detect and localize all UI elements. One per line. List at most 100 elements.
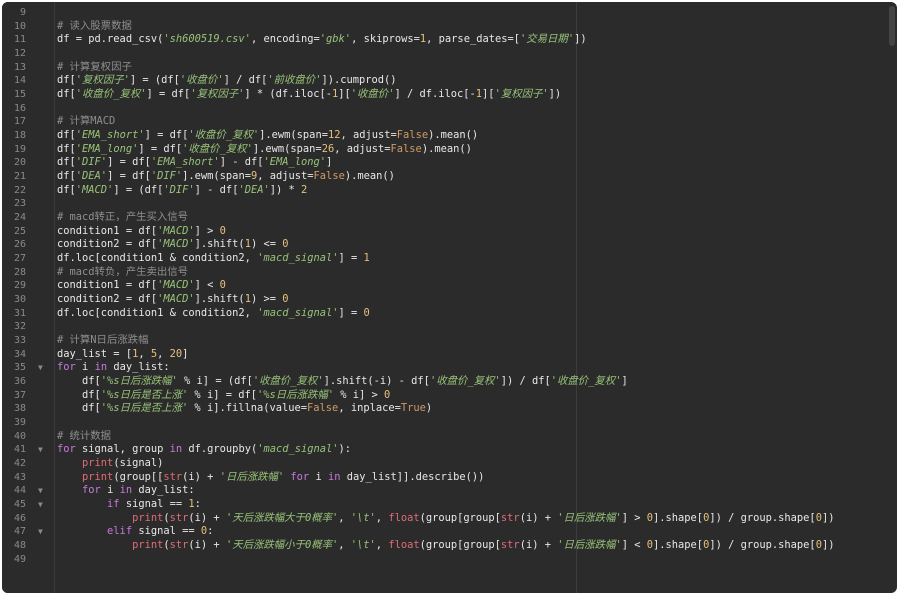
token-builtin: print	[132, 511, 164, 524]
code-line[interactable]: 40 # 统计数据	[2, 430, 897, 443]
code-line[interactable]: 14 df['复权因子'] = (df['收盘价'] / df['前收盘价']).…	[2, 74, 897, 87]
token-string: '前收盘价'	[267, 74, 322, 87]
token-number: 20	[169, 347, 183, 360]
token-string: 'sh600519.csv'	[163, 33, 251, 46]
token-text: ] >	[621, 511, 647, 524]
chevron-down-icon[interactable]: ▼	[38, 525, 48, 538]
token-text: df[	[57, 129, 76, 142]
token-keyword: for	[57, 443, 76, 456]
code-line[interactable]: 15 df['收盘价_复权'] = df['复权因子'] * (df.iloc[-…	[2, 88, 897, 101]
token-text: condition1 = df[	[57, 224, 158, 237]
token-comment: # macd转负，产生卖出信号	[57, 265, 189, 278]
token-text: ]) / group.shape[	[709, 511, 816, 524]
code-line[interactable]: 48 print(str(i) + '天后涨跌幅小于0概率', '\t', fl…	[2, 539, 897, 552]
code-line[interactable]: 41 ▼ for signal, group in df.groupby('macd…	[2, 443, 897, 456]
token-text: ]) / df[	[500, 375, 551, 388]
token-number: 0	[282, 238, 289, 251]
chevron-down-icon[interactable]: ▼	[38, 484, 48, 497]
token-text: ]	[182, 347, 189, 360]
code-line[interactable]: 12	[2, 47, 897, 60]
code-line[interactable]: 22 df['MACD'] = (df['DIF'] - df['DEA']) *…	[2, 184, 897, 197]
token-text: (signal)	[113, 457, 164, 470]
chevron-down-icon[interactable]: ▼	[38, 361, 48, 374]
vertical-scrollbar[interactable]	[889, 6, 895, 46]
code-line[interactable]: 46 print(str(i) + '天后涨跌幅大于0概率', '\t', fl…	[2, 512, 897, 525]
token-builtin: float	[388, 511, 420, 524]
code-text: df['DIF'] = df['EMA_short'] - df['EMA_lo…	[57, 156, 332, 169]
code-line[interactable]: 35 ▼ for i in day_list:	[2, 361, 897, 374]
code-line[interactable]: 20 df['DIF'] = df['EMA_short'] - df['EMA_…	[2, 156, 897, 169]
line-number: 37	[13, 389, 26, 401]
code-line[interactable]: 21 df['DEA'] = df['DIF'].ewm(span=9, adju…	[2, 170, 897, 183]
token-keyword: for	[290, 470, 310, 483]
token-string: '复权因子'	[75, 74, 130, 87]
token-text: ].ewm(span=	[259, 129, 328, 142]
token-text: (group[group[	[419, 511, 501, 524]
code-line[interactable]: 34 day_list = [1, 5, 20]	[2, 348, 897, 361]
token-string: '\t'	[350, 539, 376, 552]
token-string: '复权因子'	[494, 88, 549, 101]
token-string: 'macd_signal'	[257, 443, 339, 456]
code-line[interactable]: 29 condition1 = df['MACD'] < 0	[2, 279, 897, 292]
token-string: 'DIF'	[75, 156, 108, 169]
chevron-down-icon[interactable]: ▼	[38, 443, 48, 456]
code-line[interactable]: 43 print(group[[str(i) + '日后涨跌幅' for i i…	[2, 471, 897, 484]
code-line[interactable]: 33 # 计算N日后涨跌幅	[2, 334, 897, 347]
code-line[interactable]: 25 condition1 = df['MACD'] > 0	[2, 225, 897, 238]
token-text: ]) / group.shape[	[709, 539, 816, 552]
code-line[interactable]: 17 # 计算MACD	[2, 115, 897, 128]
token-comment: # macd转正，产生买入信号	[57, 211, 189, 224]
token-text: ].shift(-i) - df[	[323, 375, 430, 388]
line-number: 10	[13, 20, 26, 32]
code-line[interactable]: 47 ▼ elif signal == 0:	[2, 525, 897, 538]
code-line[interactable]: 18 df['EMA_short'] = df['收盘价_复权'].ewm(spa…	[2, 129, 897, 142]
code-line[interactable]: 10 # 读入股票数据	[2, 20, 897, 33]
code-line[interactable]: 44 ▼ for i in day_list:	[2, 484, 897, 497]
code-line[interactable]: 28 # macd转负，产生卖出信号	[2, 266, 897, 279]
code-line[interactable]: 16	[2, 102, 897, 115]
code-text: condition2 = df['MACD'].shift(1) <= 0	[57, 238, 289, 251]
code-line[interactable]: 32	[2, 320, 897, 333]
token-text: ,	[157, 347, 170, 360]
token-number: 0	[384, 388, 391, 401]
code-line[interactable]: 26 condition2 = df['MACD'].shift(1) <= 0	[2, 238, 897, 251]
token-string: 'MACD'	[157, 238, 195, 251]
code-line[interactable]: 27 df.loc[condition1 & condition2, 'macd_…	[2, 252, 897, 265]
code-line[interactable]: 38 df['%s日后是否上涨' % i].fillna(value=False…	[2, 402, 897, 415]
code-line[interactable]: 30 condition2 = df['MACD'].shift(1) >= 0	[2, 293, 897, 306]
code-line[interactable]: 49	[2, 553, 897, 566]
token-builtin: print	[132, 539, 164, 552]
token-string: '%s日后是否上涨'	[100, 402, 189, 415]
token-number: 0	[363, 306, 370, 319]
token-number: 12	[327, 129, 341, 142]
line-number: 42	[13, 458, 26, 470]
code-line[interactable]: 42 print(signal)	[2, 457, 897, 470]
code-line[interactable]: 19 df['EMA_long'] = df['收盘价_复权'].ewm(span…	[2, 143, 897, 156]
code-line[interactable]: 24 # macd转正，产生买入信号	[2, 211, 897, 224]
token-text: ][	[338, 88, 351, 101]
line-number: 40	[13, 430, 26, 442]
code-line[interactable]: 23	[2, 197, 897, 210]
chevron-down-icon[interactable]: ▼	[38, 498, 48, 511]
code-line[interactable]: 36 df['%s日后涨跌幅' % i] = (df['收盘价_复权'].shi…	[2, 375, 897, 388]
line-number: 15	[13, 89, 26, 101]
code-line[interactable]: 45 ▼ if signal == 1:	[2, 498, 897, 511]
line-number: 41	[13, 444, 26, 456]
token-text: signal ==	[132, 525, 201, 538]
code-text: for i in day_list:	[57, 484, 195, 497]
code-line[interactable]: 9	[2, 6, 897, 19]
code-line[interactable]: 37 df['%s日后是否上涨' % i] = df['%s日后涨跌幅' % i…	[2, 389, 897, 402]
code-text: condition1 = df['MACD'] < 0	[57, 279, 226, 292]
code-line[interactable]: 11 df = pd.read_csv('sh600519.csv', encod…	[2, 33, 897, 46]
token-keyword: for	[82, 484, 101, 497]
token-builtin: print	[82, 457, 114, 470]
code-line[interactable]: 31 df.loc[condition1 & condition2, 'macd_…	[2, 307, 897, 320]
line-number: 49	[13, 553, 26, 565]
token-const: False	[396, 129, 429, 142]
token-string: 'MACD'	[157, 279, 195, 292]
code-editor[interactable]: 9 10 # 读入股票数据 11 df = pd.read_csv('sh600519.…	[2, 2, 897, 593]
token-keyword: in	[94, 361, 108, 374]
code-line[interactable]: 39	[2, 416, 897, 429]
token-string: 'MACD'	[157, 293, 195, 306]
code-line[interactable]: 13 # 计算复权因子	[2, 61, 897, 74]
